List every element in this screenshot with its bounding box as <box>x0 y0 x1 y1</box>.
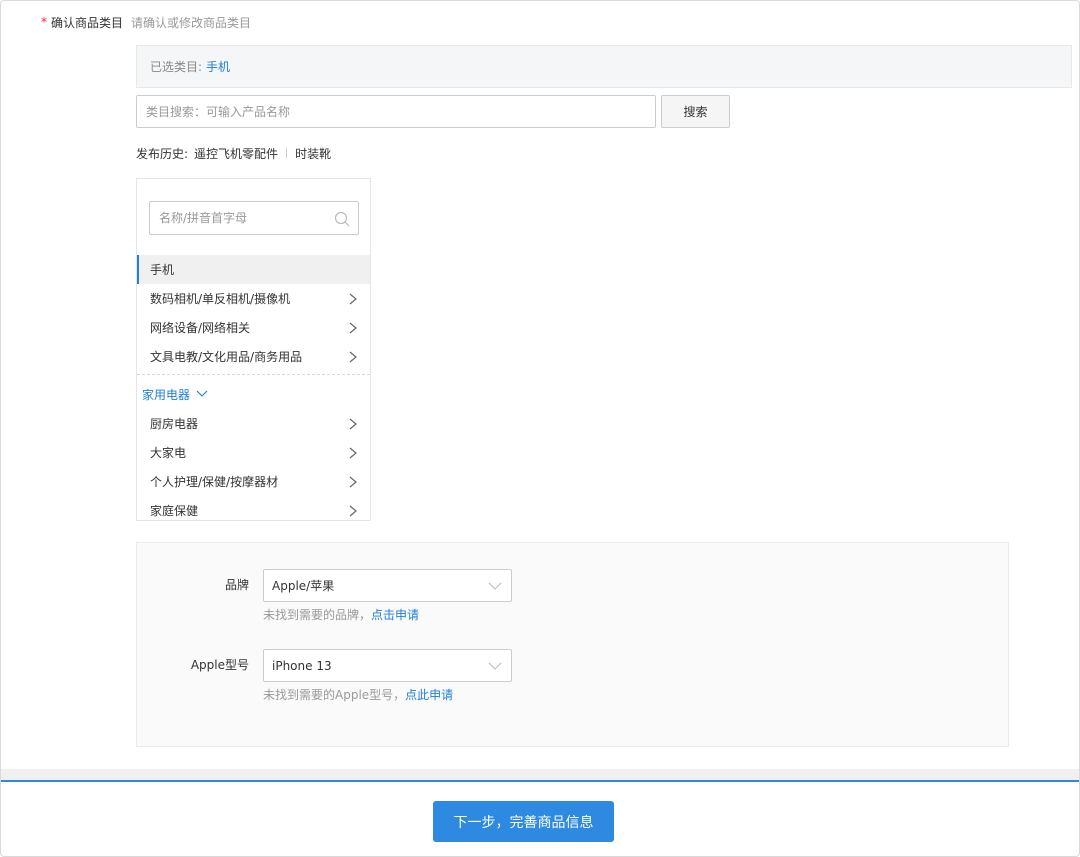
properties-panel: 品牌 Apple/苹果 未找到需要的品牌，点击申请 Apple型号 iPhone… <box>136 542 1009 747</box>
apply-model-link[interactable]: 点此申请 <box>405 688 453 702</box>
brand-hint-text: 未找到需要的品牌， <box>263 608 372 622</box>
publish-history: 发布历史: 遥控飞机零配件 时装靴 <box>136 144 331 162</box>
chevron-right-icon <box>349 505 357 516</box>
footer-accent-line <box>1 780 1079 782</box>
category-item-label: 网络设备/网络相关 <box>150 321 251 335</box>
chevron-right-icon <box>349 476 357 487</box>
brand-select[interactable]: Apple/苹果 <box>263 569 512 602</box>
chevron-right-icon <box>349 418 357 429</box>
category-item-stationery[interactable]: 文具电教/文化用品/商务用品 <box>137 342 370 371</box>
chevron-down-icon <box>196 390 208 397</box>
chevron-down-icon <box>488 662 502 670</box>
history-item[interactable]: 时装靴 <box>295 145 331 162</box>
required-mark: * <box>41 15 47 29</box>
history-item[interactable]: 遥控飞机零配件 <box>194 145 278 162</box>
category-item-label: 个人护理/保健/按摩器材 <box>150 475 279 489</box>
category-search-input[interactable] <box>136 95 656 128</box>
section-title: 确认商品类目 <box>51 15 124 30</box>
category-group-label: 家用电器 <box>142 387 191 402</box>
chevron-right-icon <box>349 293 357 304</box>
category-item-personal-care[interactable]: 个人护理/保健/按摩器材 <box>137 467 370 496</box>
category-item-label: 家庭保健 <box>150 504 199 518</box>
brand-value: Apple/苹果 <box>272 579 335 593</box>
category-filter-input[interactable] <box>150 202 358 234</box>
section-hint: 请确认或修改商品类目 <box>131 15 252 30</box>
model-hint-text: 未找到需要的Apple型号， <box>263 688 406 702</box>
category-item-home-health[interactable]: 家庭保健 <box>137 496 370 520</box>
apply-brand-link[interactable]: 点击申请 <box>371 608 419 622</box>
history-label: 发布历史: <box>136 146 189 161</box>
section-title-row: * 确认商品类目 请确认或修改商品类目 <box>41 13 251 31</box>
model-label: Apple型号 <box>190 658 249 672</box>
chevron-right-icon <box>349 447 357 458</box>
category-item-phone[interactable]: 手机 <box>137 255 370 284</box>
model-value: iPhone 13 <box>272 658 332 673</box>
selected-category-bar: 已选类目: 手机 <box>136 45 1072 88</box>
model-hint: 未找到需要的Apple型号，点此申请 <box>263 686 453 703</box>
brand-label: 品牌 <box>224 578 249 592</box>
category-item-camera[interactable]: 数码相机/单反相机/摄像机 <box>137 284 370 313</box>
history-separator <box>286 148 288 158</box>
search-icon <box>334 211 350 227</box>
category-item-label: 数码相机/单反相机/摄像机 <box>150 292 291 306</box>
selected-category-value: 手机 <box>206 60 231 74</box>
model-select[interactable]: iPhone 13 <box>263 649 512 682</box>
category-item-network[interactable]: 网络设备/网络相关 <box>137 313 370 342</box>
category-item-label: 大家电 <box>150 446 187 460</box>
category-item-label: 手机 <box>150 263 175 277</box>
category-item-large-appliance[interactable]: 大家电 <box>137 438 370 467</box>
selected-category-label: 已选类目: <box>150 60 203 74</box>
category-filter[interactable] <box>149 201 359 235</box>
category-divider <box>137 374 370 375</box>
category-item-label: 文具电教/文化用品/商务用品 <box>150 350 303 364</box>
chevron-right-icon <box>349 351 357 362</box>
category-list: 手机 数码相机/单反相机/摄像机 网络设备/网络相关 文具电教/文化用品/商务用… <box>137 255 370 520</box>
category-panel[interactable]: 手机 数码相机/单反相机/摄像机 网络设备/网络相关 文具电教/文化用品/商务用… <box>136 178 371 521</box>
category-confirm-form: * 确认商品类目 请确认或修改商品类目 已选类目: 手机 搜索 发布历史: 遥控… <box>0 0 1080 857</box>
category-item-label: 厨房电器 <box>150 417 199 431</box>
chevron-right-icon <box>349 322 357 333</box>
category-item-kitchen[interactable]: 厨房电器 <box>137 409 370 438</box>
next-step-button[interactable]: 下一步，完善商品信息 <box>433 801 614 842</box>
category-group-appliances[interactable]: 家用电器 <box>137 379 370 409</box>
chevron-down-icon <box>488 582 502 590</box>
brand-hint: 未找到需要的品牌，点击申请 <box>263 606 419 623</box>
search-button[interactable]: 搜索 <box>661 95 730 128</box>
